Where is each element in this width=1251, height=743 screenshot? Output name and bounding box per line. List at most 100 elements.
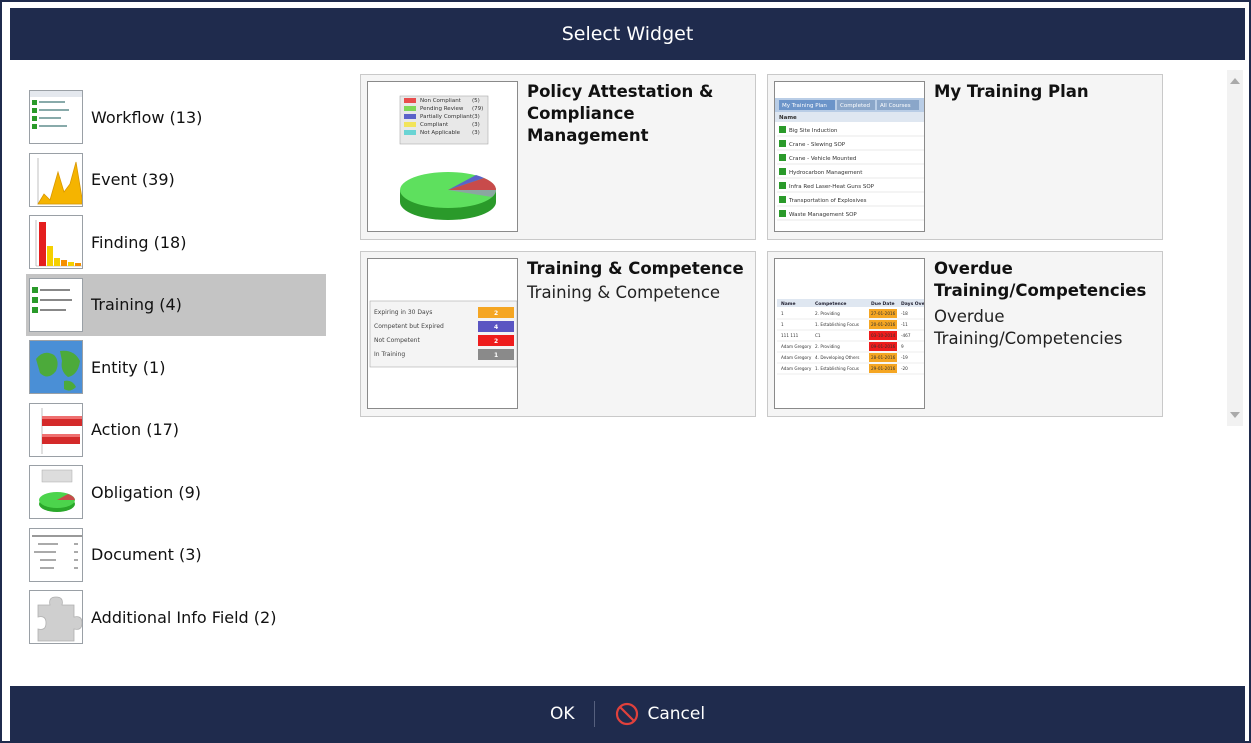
legend-count: (79) [472, 106, 483, 112]
table-cell: 1 [781, 311, 784, 316]
tab-label: All Courses [880, 103, 911, 109]
widget-my-training-plan[interactable]: My Training Plan Completed All Courses Name… [767, 74, 1163, 240]
category-event[interactable]: Event (39) [26, 149, 326, 212]
legend-label: Not Applicable [420, 130, 461, 136]
training-competence-summary-preview: Expiring in 30 Days 2 Competent but Expire… [367, 258, 518, 409]
legend-label: Non Compliant [420, 98, 462, 104]
widget-overdue-training[interactable]: Name Competence Due Date Days Overdue 1 2. Pr… [767, 251, 1163, 417]
cancel-button-label: Cancel [647, 704, 706, 724]
widget-title: My Training Plan [934, 82, 1089, 101]
category-document[interactable]: Document (3) [26, 524, 326, 587]
table-cell: -467 [901, 333, 911, 338]
scroll-down-arrow-icon[interactable] [1230, 412, 1240, 418]
legend-swatch [404, 130, 416, 135]
row-status-icon [779, 154, 786, 161]
legend-label: Compliant [420, 122, 449, 128]
table-cell: 03-10-2014 [871, 333, 896, 338]
legend-count: (3) [472, 130, 480, 136]
category-finding[interactable]: Finding (18) [26, 211, 326, 274]
summary-label: Competent but Expired [374, 323, 444, 330]
table-cell: Adam Gregory [781, 355, 812, 360]
widget-title: Overdue Training/Competencies [934, 259, 1147, 300]
widget-title: Training & Competence [527, 259, 744, 278]
table-cell: 4. Developing Others [815, 355, 859, 360]
legend-count: (5) [472, 98, 480, 104]
legend-swatch [404, 98, 416, 103]
table-cell: -19 [901, 355, 908, 360]
footer-divider [594, 701, 596, 727]
event-area-chart-thumbnail [29, 152, 83, 207]
tab-label: My Training Plan [782, 103, 827, 109]
dialog-title-bar: Select Widget [10, 8, 1245, 60]
category-obligation[interactable]: Obligation (9) [26, 461, 326, 524]
category-workflow[interactable]: Workflow (13) [26, 86, 326, 149]
table-cell: -20 [901, 366, 908, 371]
column-header: Competence [815, 301, 846, 307]
legend-swatch [404, 114, 416, 119]
table-cell: 2. Providing [815, 311, 840, 316]
category-label: Training (4) [91, 295, 182, 315]
column-header: Name [781, 301, 796, 307]
table-cell: C1 [815, 333, 821, 338]
summary-label: Expiring in 30 Days [374, 309, 432, 316]
widget-policy-attestation[interactable]: Non Compliant (5) Pending Review (79) Partia… [360, 74, 756, 240]
training-plan-table-preview: My Training Plan Completed All Courses Name… [774, 81, 925, 232]
category-label: Event (39) [91, 170, 175, 190]
cancel-button[interactable]: Cancel [609, 698, 711, 730]
column-header: Days Overdue [901, 301, 925, 307]
category-label: Workflow (13) [91, 107, 203, 127]
row-label: Crane - Slewing SOP [789, 142, 846, 148]
table-cell: Adam Gregory [781, 366, 812, 371]
category-label: Finding (18) [91, 232, 187, 252]
ok-button[interactable]: OK [544, 700, 581, 728]
summary-value: 2 [494, 310, 498, 317]
select-widget-dialog: Select Widget Workflow (13) Event (39) F… [0, 0, 1251, 743]
row-status-icon [779, 126, 786, 133]
row-status-icon [779, 168, 786, 175]
category-label: Obligation (9) [91, 482, 201, 502]
entity-map-thumbnail [29, 340, 83, 395]
table-cell: Adam Gregory [781, 344, 812, 349]
table-cell: 9 [901, 344, 904, 349]
row-status-icon [779, 140, 786, 147]
summary-value: 4 [494, 324, 498, 331]
cancel-icon [616, 702, 639, 726]
table-cell: 09-01-2016 [871, 344, 896, 349]
row-label: Hydrocarbon Management [789, 170, 863, 176]
table-cell: 28-01-2016 [871, 355, 896, 360]
legend-label: Partially Compliant [420, 114, 473, 120]
legend-label: Pending Review [420, 106, 464, 112]
legend-count: (3) [472, 114, 480, 120]
row-label: Crane - Vehicle Mounted [789, 156, 856, 162]
dialog-title: Select Widget [561, 23, 694, 45]
widget-training-competence[interactable]: Expiring in 30 Days 2 Competent but Expire… [360, 251, 756, 417]
summary-label: In Training [374, 351, 405, 358]
ok-button-label: OK [549, 704, 575, 724]
category-training[interactable]: Training (4) [26, 273, 326, 336]
workflow-thumbnail [29, 90, 83, 145]
summary-value: 1 [494, 352, 498, 359]
widget-list-scrollbar[interactable] [1227, 70, 1243, 426]
category-label: Entity (1) [91, 357, 166, 377]
category-action[interactable]: Action (17) [26, 399, 326, 462]
table-cell: -18 [901, 311, 908, 316]
category-entity[interactable]: Entity (1) [26, 336, 326, 399]
legend-swatch [404, 122, 416, 127]
column-header: Name [779, 115, 797, 121]
category-additional-info-field[interactable]: Additional Info Field (2) [26, 586, 326, 649]
table-cell: 27-01-2016 [871, 311, 896, 316]
summary-label: Not Competent [374, 337, 420, 344]
table-cell: -11 [901, 322, 908, 327]
row-status-icon [779, 210, 786, 217]
row-status-icon [779, 196, 786, 203]
scroll-up-arrow-icon[interactable] [1230, 78, 1240, 84]
training-list-thumbnail [29, 277, 83, 332]
legend-count: (3) [472, 122, 480, 128]
summary-value: 2 [494, 338, 498, 345]
row-status-icon [779, 182, 786, 189]
table-cell: 111 111 [781, 333, 799, 338]
table-cell: 2. Providing [815, 344, 840, 349]
table-cell: 20-01-2016 [871, 322, 896, 327]
document-tree-thumbnail [29, 527, 83, 582]
widget-title: Policy Attestation & Compliance Manageme… [527, 82, 714, 145]
